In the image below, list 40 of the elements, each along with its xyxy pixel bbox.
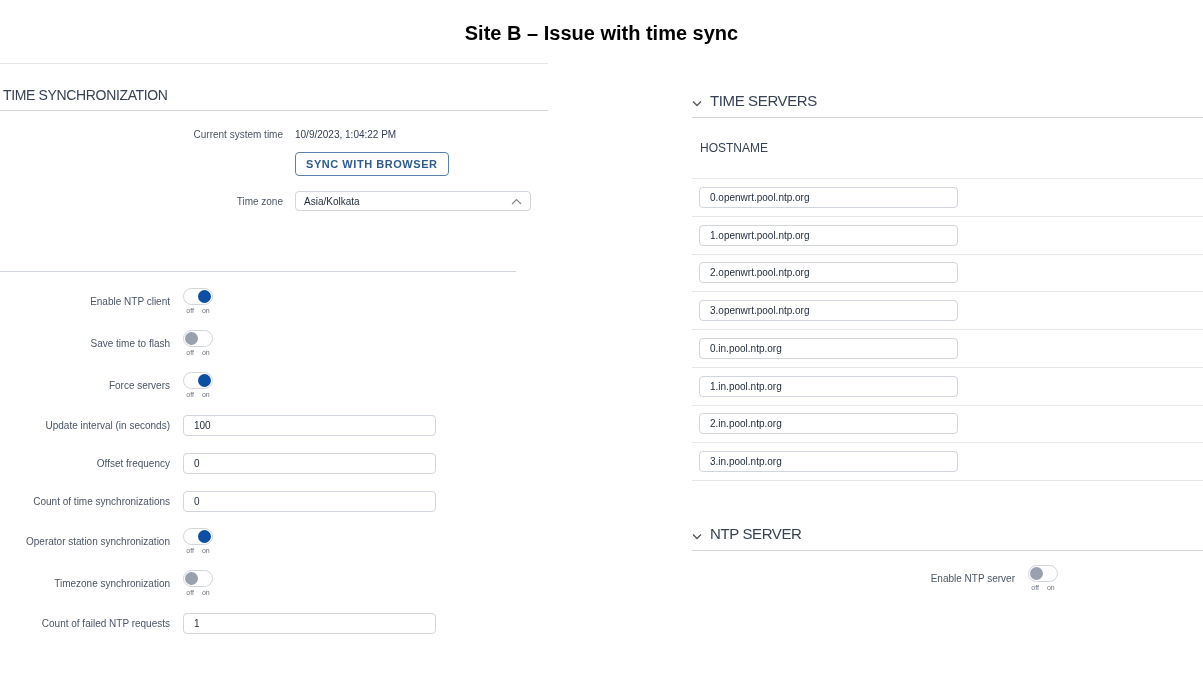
field-label: Count of time synchronizations	[33, 494, 170, 509]
system-time-value: 10/9/2023, 1:04:22 PM	[295, 128, 397, 142]
toggle-switch[interactable]	[183, 329, 213, 347]
field-label: Time zone	[236, 194, 283, 209]
section-heading: TIME SERVERS	[710, 90, 817, 111]
toggle-switch[interactable]	[183, 371, 213, 389]
text-input[interactable]: 0	[183, 452, 436, 474]
text-input[interactable]: 1	[183, 612, 436, 634]
field-label: Update interval (in seconds)	[45, 418, 170, 433]
hostname-input[interactable]: 0.openwrt.pool.ntp.org	[699, 186, 958, 208]
chevron-down-icon[interactable]	[692, 533, 702, 540]
field-label: Operator station synchronization	[26, 534, 170, 549]
hostname-input[interactable]: 0.in.pool.ntp.org	[699, 337, 958, 359]
text-input[interactable]: 0	[183, 490, 436, 512]
chevron-down-icon[interactable]	[692, 100, 702, 107]
hostname-input[interactable]: 3.openwrt.pool.ntp.org	[699, 300, 958, 322]
hostname-input[interactable]: 2.in.pool.ntp.org	[699, 413, 958, 435]
column-header: HOSTNAME	[700, 140, 768, 157]
section-heading: NTP SERVER	[710, 523, 802, 544]
field-label: Current system time	[193, 128, 283, 142]
toggle-switch[interactable]	[1028, 564, 1058, 582]
field-label: Offset frequency	[96, 456, 170, 471]
time-zone-dropdown[interactable]: Asia/Kolkata	[295, 191, 531, 211]
hostname-input[interactable]: 3.in.pool.ntp.org	[699, 451, 958, 473]
toggle-switch[interactable]	[183, 527, 213, 545]
toggle-switch[interactable]	[183, 569, 213, 587]
field-label: Force servers	[108, 378, 170, 393]
field-label: Timezone synchronization	[54, 576, 170, 591]
hostname-input[interactable]: 1.in.pool.ntp.org	[699, 375, 958, 397]
hostname-input[interactable]: 2.openwrt.pool.ntp.org	[699, 262, 958, 284]
toggle-switch[interactable]	[183, 287, 213, 305]
field-label: Save time to flash	[90, 336, 170, 351]
hostname-input[interactable]: 1.openwrt.pool.ntp.org	[699, 224, 958, 246]
field-label: Enable NTP server	[930, 571, 1015, 586]
sync-with-browser-button[interactable]: SYNC WITH BROWSER	[295, 152, 449, 176]
page-title: Site B – Issue with time sync	[464, 20, 739, 46]
field-label: Count of failed NTP requests	[41, 616, 170, 631]
text-input[interactable]: 100	[183, 414, 436, 436]
section-heading: TIME SYNCHRONIZATION	[3, 86, 168, 105]
field-label: Enable NTP client	[90, 294, 170, 309]
